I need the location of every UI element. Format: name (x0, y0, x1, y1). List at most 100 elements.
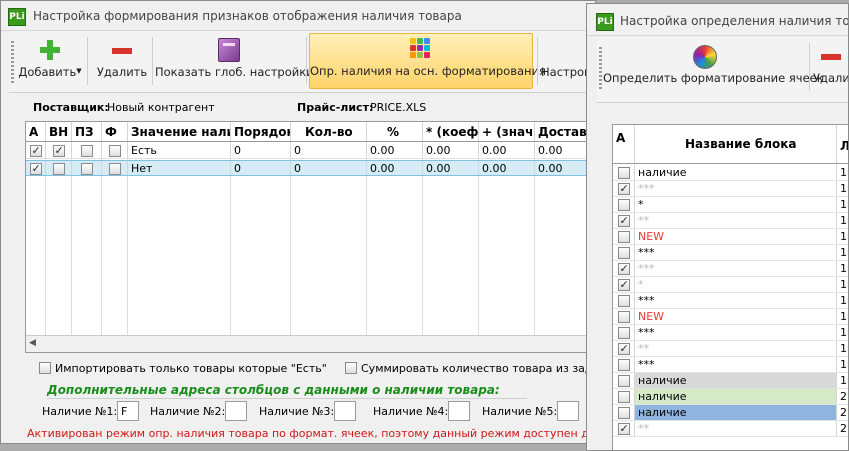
column-header[interactable]: ВН (46, 122, 72, 141)
checkbox-a[interactable] (617, 247, 630, 259)
add-button[interactable]: Добавить▼ (17, 33, 83, 89)
block-name-cell[interactable]: *** (635, 181, 837, 196)
delete-button[interactable]: Удалить (93, 33, 151, 89)
checkbox-a[interactable] (617, 359, 630, 371)
show-global-settings-button[interactable]: Показать глоб. настройки (155, 33, 314, 89)
block-number-cell[interactable]: 1 (837, 181, 848, 196)
scroll-left-icon[interactable]: ◀ (29, 338, 36, 348)
table-row[interactable]: NEW 1 (613, 229, 848, 245)
table-row[interactable]: *1 (613, 277, 848, 293)
block-name-cell[interactable]: NEW (635, 229, 837, 244)
table-row[interactable]: ***1 (613, 293, 848, 309)
table-row[interactable]: ***1 (613, 181, 848, 197)
add-value-cell[interactable]: 0.00 (479, 161, 535, 175)
block-number-cell[interactable]: 1 (837, 165, 848, 180)
checkbox-a[interactable] (617, 341, 630, 356)
availability-2-input[interactable] (225, 401, 247, 421)
percent-cell[interactable]: 0.00 (367, 161, 423, 175)
block-number-cell[interactable]: 2 (837, 405, 848, 420)
column-header[interactable]: % (367, 122, 423, 141)
checkbox-a[interactable] (29, 143, 42, 158)
block-name-cell[interactable]: * (635, 277, 837, 292)
add-value-cell[interactable]: 0.00 (479, 143, 535, 158)
block-number-cell[interactable]: 1 (837, 293, 848, 308)
block-number-cell[interactable]: 1 (837, 341, 848, 356)
table-row[interactable]: ***1 (613, 357, 848, 373)
checkbox-a[interactable] (617, 311, 630, 323)
block-name-cell[interactable]: *** (635, 261, 837, 276)
table-row[interactable]: наличие 2 (613, 389, 848, 405)
checkbox-a[interactable] (617, 213, 630, 228)
block-name-cell[interactable]: ** (635, 341, 837, 356)
table-row[interactable]: наличие 2 (613, 405, 848, 421)
block-name-cell[interactable]: * (635, 197, 837, 212)
table-row[interactable]: NEW 1 (613, 309, 848, 325)
delete-button[interactable]: Удали (813, 39, 848, 95)
block-number-cell[interactable]: 1 (837, 213, 848, 228)
block-name-cell[interactable]: ** (635, 421, 837, 436)
value-cell[interactable]: Нет (128, 161, 231, 175)
checkbox-a[interactable] (617, 231, 630, 243)
qty-cell[interactable]: 0 (291, 161, 367, 175)
table-row[interactable]: Есть 0 0 0.00 0.00 0.00 0.00 (26, 143, 595, 159)
coef-cell[interactable]: 0.00 (423, 161, 479, 175)
block-name-cell[interactable]: ** (635, 213, 837, 228)
table-row[interactable]: ***1 (613, 325, 848, 341)
table-row[interactable]: **1 (613, 213, 848, 229)
checkbox-a[interactable] (617, 375, 630, 387)
table-row[interactable]: **2 (613, 421, 848, 437)
table-row[interactable]: Нет 0 0 0.00 0.00 0.00 0.00 (26, 160, 595, 176)
block-name-cell[interactable]: наличие (635, 405, 837, 420)
block-name-cell[interactable]: наличие (635, 373, 837, 388)
column-header[interactable]: Ф (102, 122, 128, 141)
column-header[interactable]: * (коеф.) (423, 122, 479, 141)
block-number-cell[interactable]: 1 (837, 197, 848, 212)
block-number-cell[interactable]: 1 (837, 261, 848, 276)
sum-quantity-checkbox[interactable] (345, 362, 357, 374)
horizontal-scrollbar[interactable]: ◀ (26, 335, 595, 352)
checkbox-a[interactable] (617, 277, 630, 292)
table-row[interactable]: ***1 (613, 245, 848, 261)
availability-1-input[interactable]: F (117, 401, 139, 421)
column-header[interactable]: Кол-во (291, 122, 367, 141)
block-number-cell[interactable]: 1 (837, 357, 848, 372)
percent-cell[interactable]: 0.00 (367, 143, 423, 158)
column-header[interactable]: А (613, 125, 635, 163)
value-cell[interactable]: Есть (128, 143, 231, 158)
coef-cell[interactable]: 0.00 (423, 143, 479, 158)
import-only-available-option[interactable]: Импортировать только товары которые "Ест… (39, 362, 327, 375)
table-row[interactable]: *1 (613, 197, 848, 213)
block-number-cell[interactable]: 1 (837, 229, 848, 244)
block-name-cell[interactable]: *** (635, 325, 837, 340)
block-name-cell[interactable]: *** (635, 245, 837, 260)
column-header[interactable]: А (26, 122, 46, 141)
column-header[interactable]: Значение налич (128, 122, 231, 141)
checkbox-a[interactable] (617, 421, 630, 436)
block-number-cell[interactable]: 1 (837, 277, 848, 292)
checkbox-a[interactable] (617, 167, 630, 179)
order-cell[interactable]: 0 (231, 143, 291, 158)
toolbar-grip[interactable] (599, 47, 602, 91)
checkbox-f[interactable] (108, 163, 121, 175)
checkbox-a[interactable] (617, 327, 630, 339)
block-number-cell[interactable]: 2 (837, 421, 848, 436)
block-number-cell[interactable]: 1 (837, 373, 848, 388)
block-number-cell[interactable]: 2 (837, 389, 848, 404)
block-number-cell[interactable]: 1 (837, 325, 848, 340)
order-cell[interactable]: 0 (231, 161, 291, 175)
toolbar-grip[interactable] (11, 41, 14, 85)
checkbox-pz[interactable] (80, 145, 93, 157)
block-name-cell[interactable]: NEW (635, 309, 837, 324)
checkbox-vn[interactable] (52, 163, 65, 175)
availability-3-input[interactable] (334, 401, 356, 421)
define-formatting-button[interactable]: Определить форматирование ячеек (603, 39, 824, 95)
format-blocks-table[interactable]: А Название блока Л наличие1***1*1**1NEW1… (612, 124, 848, 450)
table-row[interactable]: наличие 1 (613, 165, 848, 181)
checkbox-a[interactable] (617, 199, 630, 211)
import-only-checkbox[interactable] (39, 362, 51, 374)
column-header[interactable]: + (знач.) (479, 122, 535, 141)
block-name-cell[interactable]: наличие (635, 389, 837, 404)
block-number-cell[interactable]: 1 (837, 309, 848, 324)
table-row[interactable]: **1 (613, 341, 848, 357)
availability-by-format-button[interactable]: Опр. наличия на осн. форматирования (309, 33, 546, 89)
